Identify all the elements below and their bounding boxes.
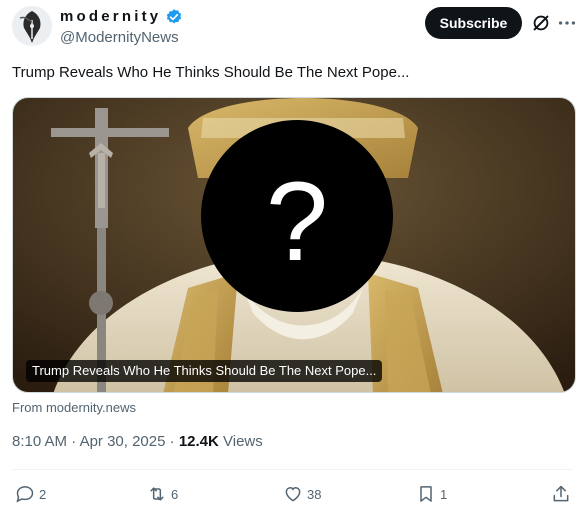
like-count: 38 (307, 486, 322, 502)
post-header: modernity @ModernityNews Subscribe (0, 0, 585, 56)
divider (12, 469, 573, 470)
subscribe-button[interactable]: Subscribe (425, 7, 522, 39)
verified-badge-icon (166, 9, 182, 24)
share-icon (553, 485, 569, 502)
views-label: Views (218, 433, 263, 450)
repost-button[interactable]: 6 (147, 479, 178, 509)
link-card[interactable]: ? Trump Reveals Who He Thinks Should Be … (12, 97, 576, 393)
post-time[interactable]: 8:10 AM (12, 433, 67, 450)
post-text: Trump Reveals Who He Thinks Should Be Th… (12, 64, 410, 81)
repost-icon (150, 487, 164, 501)
avatar[interactable] (12, 6, 52, 46)
question-mark-icon: ? (266, 159, 328, 284)
heart-icon (285, 486, 301, 502)
pen-nib-logo-icon (12, 6, 52, 46)
display-name[interactable]: modernity (60, 8, 161, 25)
svg-text:?: ? (266, 159, 328, 284)
share-button[interactable] (551, 479, 571, 509)
handle[interactable]: @ModernityNews (60, 29, 179, 46)
card-title: Trump Reveals Who He Thinks Should Be Th… (26, 360, 383, 382)
bookmark-count: 1 (440, 486, 448, 502)
more-dots-icon[interactable] (556, 12, 578, 34)
reply-count: 2 (39, 486, 47, 502)
reply-icon (16, 486, 34, 503)
post-meta: 8:10 AM · Apr 30, 2025 · 12.4K Views (12, 433, 263, 450)
bookmark-button[interactable]: 1 (416, 479, 447, 509)
meta-dot: · (165, 433, 179, 450)
like-button[interactable]: 38 (283, 479, 321, 509)
grok-icon[interactable] (530, 12, 552, 34)
meta-separator: · (67, 433, 80, 450)
repost-count: 6 (171, 486, 179, 502)
card-source[interactable]: From modernity.news (12, 400, 136, 415)
reply-button[interactable]: 2 (15, 479, 46, 509)
post-date[interactable]: Apr 30, 2025 (80, 433, 166, 450)
bookmark-icon (420, 486, 432, 502)
views-count: 12.4K (178, 433, 219, 450)
action-bar: 2 6 38 1 (0, 479, 585, 509)
